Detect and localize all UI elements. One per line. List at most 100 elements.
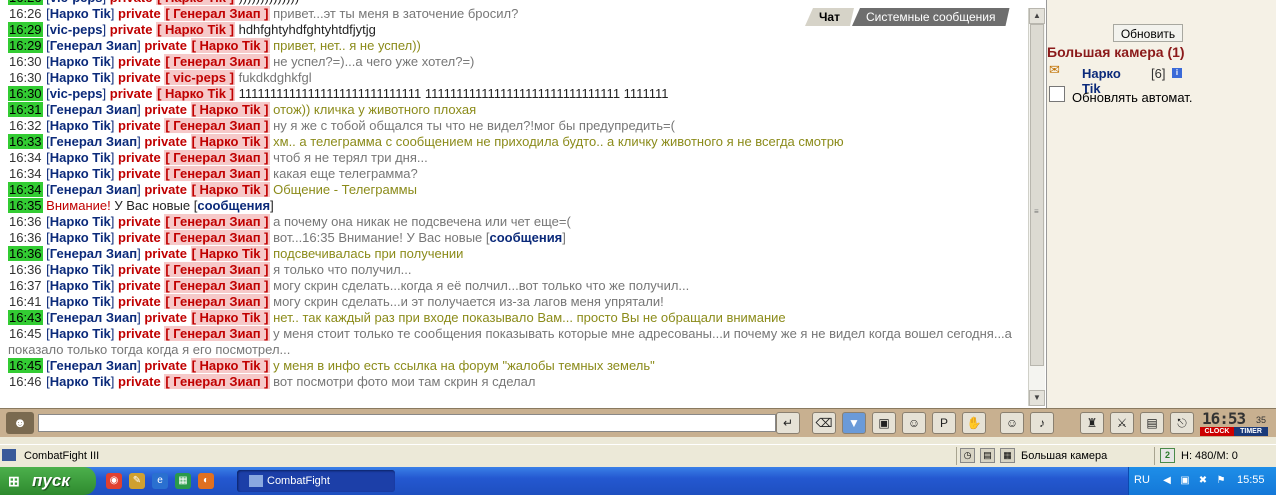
lock-icon[interactable]: ▤ [1140,412,1164,434]
private-recipient[interactable]: [ Генерал Зиап ] [164,230,270,245]
sender-nick[interactable]: Нарко Tik [50,150,111,165]
private-recipient[interactable]: [ Нарко Tik ] [190,358,270,373]
private-recipient[interactable]: [ Нарко Tik ] [156,0,235,5]
private-recipient[interactable]: [ Нарко Tik ] [190,102,270,117]
private-recipient[interactable]: [ Генерал Зиап ] [164,118,270,133]
map-icon[interactable]: ▦ [1000,448,1015,463]
sender-nick[interactable]: Нарко Tik [50,6,111,21]
timer-tab[interactable]: TIMER [1234,427,1268,436]
sender-nick[interactable]: Нарко Tik [50,374,111,389]
private-recipient[interactable]: [ Генерал Зиап ] [164,54,270,69]
private-recipient[interactable]: [ Генерал Зиап ] [164,150,270,165]
filter-icon[interactable]: ▼ [842,412,866,434]
private-recipient[interactable]: [ Генерал Зиап ] [164,262,270,277]
private-recipient[interactable]: [ Нарко Tik ] [190,182,270,197]
sender-nick[interactable]: Нарко Tik [50,230,111,245]
recipient-nick[interactable]: Нарко Tik [200,134,261,149]
tab-chat[interactable]: Чат [805,8,854,26]
recipient-nick[interactable]: Генерал Зиап [173,326,260,341]
recipient-nick[interactable]: Нарко Tik [200,310,261,325]
sender-nick[interactable]: Нарко Tik [50,294,111,309]
message-input[interactable] [38,414,776,432]
private-recipient[interactable]: [ Нарко Tik ] [190,246,270,261]
sender-nick[interactable]: Генерал Зиап [50,246,137,261]
recipient-nick[interactable]: Нарко Tik [165,22,226,37]
inventory-icon[interactable]: ♜ [1080,412,1104,434]
sender-nick[interactable]: Нарко Tik [50,54,111,69]
sender-nick[interactable]: Нарко Tik [50,214,111,229]
start-button[interactable]: ⊞ пуск [0,467,96,495]
sender-nick[interactable]: Нарко Tik [50,70,111,85]
private-recipient[interactable]: [ Генерал Зиап ] [164,374,270,389]
sender-nick[interactable]: Нарко Tik [50,262,111,277]
private-recipient[interactable]: [ Нарко Tik ] [190,310,270,325]
exit-door-icon[interactable]: ⎋ [1170,412,1194,434]
recipient-nick[interactable]: Генерал Зиап [173,118,260,133]
spreadsheet-icon[interactable]: ▦ [175,473,191,489]
refresh-button[interactable]: Обновить [1113,24,1183,42]
private-recipient[interactable]: [ Генерал Зиап ] [164,294,270,309]
private-log-icon[interactable]: P [932,412,956,434]
recipient-nick[interactable]: Генерал Зиап [173,278,260,293]
eraser-icon[interactable]: ⌫ [812,412,836,434]
sender-nick[interactable]: Нарко Tik [50,278,111,293]
recipient-nick[interactable]: Нарко Tik [200,102,261,117]
speaker-icon[interactable]: ♪ [1030,412,1054,434]
language-indicator[interactable]: RU [1134,474,1150,486]
chrome-icon[interactable]: ◉ [106,473,122,489]
recipient-nick[interactable]: Нарко Tik [165,0,226,5]
sender-nick[interactable]: vic-peps [50,22,103,37]
messages-link[interactable]: сообщения [197,198,270,213]
emoticon-icon[interactable]: ☺ [1000,412,1024,434]
private-recipient[interactable]: [ Нарко Tik ] [156,86,235,101]
recipient-nick[interactable]: Генерал Зиап [173,214,260,229]
scroll-up-arrow-icon[interactable]: ▲ [1029,8,1045,24]
tools-icon[interactable]: ✎ [129,473,145,489]
recipient-nick[interactable]: vic-peps [173,70,226,85]
private-recipient[interactable]: [ Нарко Tik ] [190,134,270,149]
private-recipient[interactable]: [ Генерал Зиап ] [164,6,270,21]
recipient-nick[interactable]: Нарко Tik [200,246,261,261]
sender-nick[interactable]: Генерал Зиап [50,182,137,197]
private-recipient[interactable]: [ vic-peps ] [164,70,235,85]
clock-tab[interactable]: CLOCK [1200,427,1234,436]
scroll-down-arrow-icon[interactable]: ▼ [1029,390,1045,406]
scroll-thumb[interactable]: ≡ [1030,24,1044,366]
private-recipient[interactable]: [ Нарко Tik ] [156,22,235,37]
private-recipient[interactable]: [ Генерал Зиап ] [164,326,270,341]
sender-nick[interactable]: vic-peps [50,0,103,5]
smiley-face-button[interactable]: ☻ [6,412,34,434]
chat-scrollbar[interactable]: ▲ ≡ ▼ [1028,8,1045,406]
recipient-nick[interactable]: Генерал Зиап [173,166,260,181]
info-icon[interactable]: i [1172,68,1182,78]
sender-nick[interactable]: vic-peps [50,86,103,101]
recipient-nick[interactable]: Генерал Зиап [173,6,260,21]
sender-nick[interactable]: Генерал Зиап [50,38,137,53]
recipient-nick[interactable]: Нарко Tik [165,86,226,101]
sender-nick[interactable]: Генерал Зиап [50,310,137,325]
person-icon[interactable]: ☺ [902,412,926,434]
tab-system-messages[interactable]: Системные сообщения [852,8,1010,26]
sender-nick[interactable]: Генерал Зиап [50,134,137,149]
send-enter-icon[interactable]: ↵ [776,412,800,434]
recipient-nick[interactable]: Нарко Tik [200,182,261,197]
internet-explorer-icon[interactable]: e [152,473,168,489]
auto-refresh-checkbox[interactable] [1049,86,1065,102]
fight-icon[interactable]: ⚔ [1110,412,1134,434]
private-recipient[interactable]: [ Генерал Зиап ] [164,214,270,229]
private-recipient[interactable]: [ Генерал Зиап ] [164,166,270,181]
taskbar-window-button[interactable]: CombatFight [237,470,395,492]
recipient-nick[interactable]: Генерал Зиап [173,294,260,309]
recipient-nick[interactable]: Генерал Зиап [173,150,260,165]
private-recipient[interactable]: [ Нарко Tik ] [190,38,270,53]
recipient-nick[interactable]: Генерал Зиап [173,374,260,389]
recipient-nick[interactable]: Генерал Зиап [173,54,260,69]
recipient-nick[interactable]: Нарко Tik [200,38,261,53]
hand-icon[interactable]: ✋ [962,412,986,434]
private-recipient[interactable]: [ Генерал Зиап ] [164,278,270,293]
network-icon[interactable]: ▣ [1178,474,1192,488]
sender-nick[interactable]: Нарко Tik [50,166,111,181]
sender-nick[interactable]: Нарко Tik [50,326,111,341]
recipient-nick[interactable]: Нарко Tik [200,358,261,373]
recipient-nick[interactable]: Генерал Зиап [173,262,260,277]
